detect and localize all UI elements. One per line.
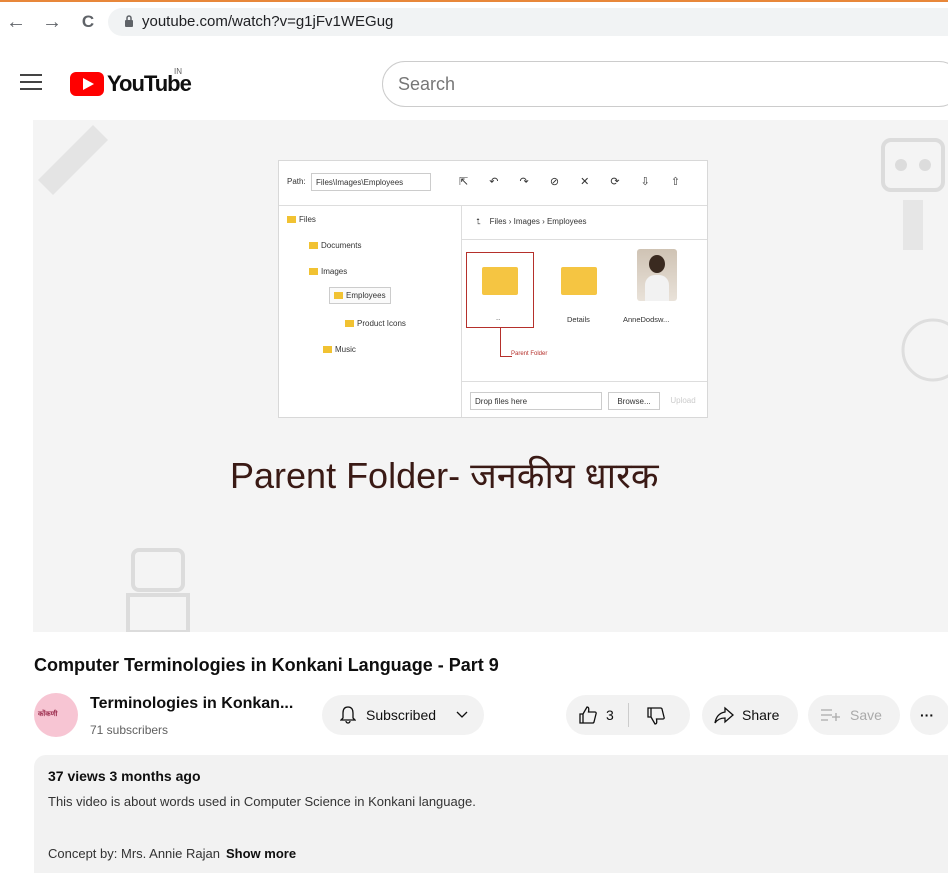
video-caption: Parent Folder- जनकीय धारक bbox=[230, 455, 659, 496]
share-label: Share bbox=[742, 707, 780, 723]
decor-robot-icon bbox=[881, 138, 945, 250]
decor-robot-bottom-icon bbox=[126, 548, 190, 632]
search-placeholder: Search bbox=[398, 74, 456, 94]
breadcrumb: Files › Images › Employees bbox=[489, 217, 587, 226]
video-title: Computer Terminologies in Konkani Langua… bbox=[34, 655, 499, 675]
channel-name[interactable]: Terminologies in Konkan... bbox=[90, 695, 293, 713]
decor-pencil-icon bbox=[38, 125, 108, 195]
more-actions-button[interactable]: ··· bbox=[910, 695, 948, 735]
youtube-logo[interactable]: YouTube IN bbox=[70, 67, 192, 100]
bell-icon bbox=[340, 706, 356, 724]
back-icon[interactable]: ← bbox=[4, 10, 28, 34]
path-field: Files\Images\Employees bbox=[311, 173, 431, 191]
playlist-add-icon bbox=[821, 709, 840, 721]
upload-button: Upload bbox=[670, 396, 696, 405]
share-icon bbox=[714, 706, 734, 724]
subscriber-count: 71 subscribers bbox=[90, 723, 169, 737]
forward-icon[interactable]: → bbox=[40, 10, 64, 34]
reload-icon[interactable]: C bbox=[76, 10, 100, 34]
parent-folder-icon bbox=[482, 267, 518, 295]
channel-avatar-text: कोंकणी bbox=[38, 711, 58, 718]
thumbs-down-icon[interactable] bbox=[646, 706, 666, 726]
item-label-parent: .. bbox=[496, 313, 501, 322]
subscribed-label: Subscribed bbox=[366, 707, 437, 723]
toolbar-icons: ⇱ ↶ ↷ ⊘ ✕ ⟳ ⇩ ⇧ bbox=[459, 176, 690, 188]
like-count: 3 bbox=[606, 707, 614, 723]
view-count-date: 37 views 3 months ago bbox=[48, 768, 201, 784]
more-icon: ··· bbox=[920, 707, 934, 723]
decor-lightbulb-icon bbox=[901, 318, 948, 382]
tree-item-music: Music bbox=[335, 345, 356, 354]
folder-tree: Files Documents Images Employees Product… bbox=[279, 205, 462, 417]
concept-text: Concept by: Mrs. Annie Rajan bbox=[48, 846, 220, 861]
description-line: This video is about words used in Comput… bbox=[48, 794, 476, 809]
tree-item-documents: Documents bbox=[321, 241, 362, 250]
show-more-button[interactable]: Show more bbox=[226, 846, 296, 861]
details-folder-icon bbox=[561, 267, 597, 295]
path-label: Path: bbox=[287, 177, 306, 186]
country-code: IN bbox=[174, 67, 182, 76]
save-label: Save bbox=[850, 707, 882, 723]
thumbs-up-icon[interactable] bbox=[578, 705, 598, 725]
like-dislike-group[interactable]: 3 bbox=[566, 695, 690, 735]
tree-item-files: Files bbox=[299, 215, 316, 224]
drop-zone: Drop files here bbox=[470, 392, 602, 410]
tree-item-images: Images bbox=[321, 267, 348, 276]
search-input[interactable] bbox=[382, 61, 948, 107]
share-button[interactable]: Share bbox=[702, 695, 798, 735]
employee-photo bbox=[637, 249, 677, 301]
parent-folder-callout: Parent Folder bbox=[511, 351, 548, 357]
save-button[interactable]: Save bbox=[808, 695, 900, 735]
item-label-details: Details bbox=[567, 315, 590, 324]
lock-icon bbox=[125, 15, 133, 27]
browse-button: Browse... bbox=[608, 392, 660, 410]
url-text[interactable]: youtube.com/watch?v=g1jFv1WEGug bbox=[142, 13, 393, 30]
item-label-annedodsworth: AnneDodsw... bbox=[623, 315, 670, 324]
subscribed-button[interactable]: Subscribed bbox=[322, 695, 484, 735]
file-manager-screenshot: Path: Files\Images\Employees ⇱ ↶ ↷ ⊘ ✕ ⟳… bbox=[278, 160, 708, 418]
up-folder-icon: ⮤ bbox=[476, 217, 481, 226]
hamburger-menu-icon[interactable] bbox=[20, 74, 42, 92]
description-line-concept: Concept by: Mrs. Annie Rajan Show more bbox=[48, 846, 296, 861]
youtube-play-icon bbox=[70, 72, 104, 96]
chevron-down-icon bbox=[456, 711, 468, 718]
tree-item-product-icons: Product Icons bbox=[357, 319, 406, 328]
tree-item-employees: Employees bbox=[346, 291, 386, 300]
